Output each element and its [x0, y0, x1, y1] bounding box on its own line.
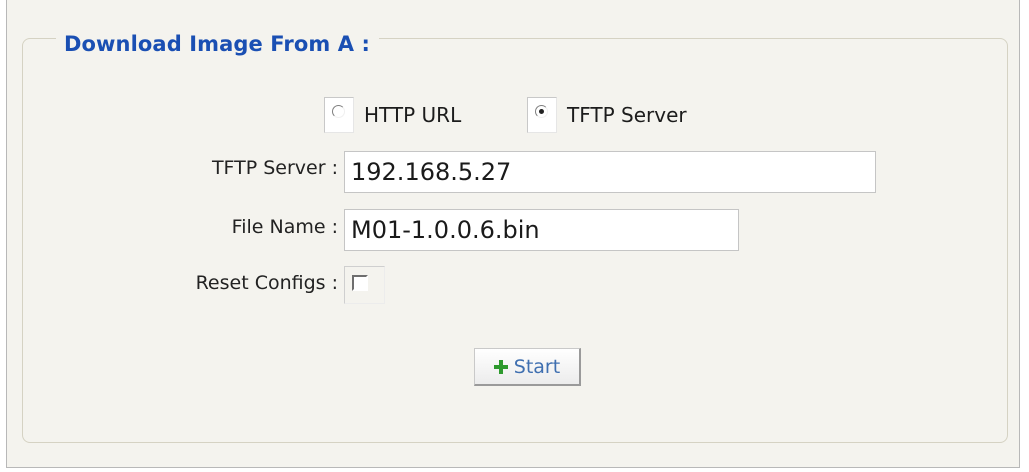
- reset-configs-field-label: Reset Configs :: [195, 272, 338, 294]
- file-name-field-label: File Name :: [231, 216, 338, 238]
- tftp-server-label: TFTP Server: [567, 103, 687, 127]
- radio-circle-icon: [535, 105, 548, 118]
- start-button-label: Start: [513, 355, 561, 378]
- tftp-server-field-label: TFTP Server :: [211, 157, 338, 179]
- http-url-radio[interactable]: [324, 97, 354, 133]
- plus-icon: [493, 359, 508, 374]
- http-url-label: HTTP URL: [364, 103, 462, 127]
- radio-circle-icon: [332, 105, 345, 118]
- tftp-server-radio[interactable]: [527, 97, 557, 133]
- checkbox-box-icon: [352, 275, 368, 291]
- start-button[interactable]: Start: [474, 348, 581, 386]
- file-name-input[interactable]: M01-1.0.0.6.bin: [344, 209, 739, 251]
- tftp-server-input[interactable]: 192.168.5.27: [344, 151, 876, 193]
- radio-selected-dot-icon: [539, 109, 544, 114]
- section-title: Download Image From A :: [56, 30, 380, 58]
- http-url-option[interactable]: HTTP URL: [324, 96, 461, 134]
- tftp-server-option[interactable]: TFTP Server: [527, 96, 687, 134]
- reset-configs-checkbox[interactable]: [344, 266, 385, 304]
